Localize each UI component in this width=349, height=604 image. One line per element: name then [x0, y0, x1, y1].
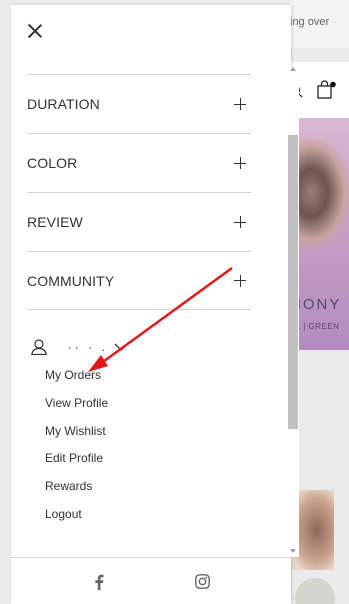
scroll-down-icon[interactable] [290, 549, 296, 553]
plus-icon[interactable] [234, 98, 246, 110]
edit-profile-link[interactable]: Edit Profile [45, 450, 108, 478]
instagram-icon[interactable] [195, 574, 210, 589]
plus-icon[interactable] [234, 157, 246, 169]
menu-item-review[interactable]: REVIEW [27, 192, 251, 251]
scroll-up-icon[interactable] [290, 67, 296, 71]
my-orders-link[interactable]: My Orders [45, 367, 108, 395]
filter-menu: DURATION COLOR REVIEW COMMUNITY [27, 74, 251, 310]
chevron-down-icon[interactable] [114, 342, 128, 352]
plus-icon[interactable] [234, 216, 246, 228]
my-wishlist-link[interactable]: My Wishlist [45, 423, 108, 451]
side-drawer: DURATION COLOR REVIEW COMMUNITY ·· · . M… [11, 5, 299, 604]
announcement-text: ing over [290, 16, 330, 28]
account-links: My Orders View Profile My Wishlist Edit … [45, 367, 108, 534]
menu-item-label: COLOR [27, 155, 78, 171]
plus-icon[interactable] [234, 274, 246, 287]
user-icon [31, 339, 47, 355]
logout-link[interactable]: Logout [45, 506, 108, 534]
menu-item-community[interactable]: COMMUNITY [27, 251, 251, 310]
scroll-thumb[interactable] [288, 135, 298, 429]
menu-item-label: DURATION [27, 96, 100, 112]
close-icon[interactable] [27, 23, 43, 39]
menu-item-duration[interactable]: DURATION [27, 74, 251, 133]
rewards-link[interactable]: Rewards [45, 478, 108, 506]
account-name: ·· · . [57, 340, 108, 354]
account-toggle[interactable]: ·· · . [31, 339, 128, 355]
menu-item-color[interactable]: COLOR [27, 133, 251, 192]
facebook-icon[interactable] [94, 574, 104, 590]
view-profile-link[interactable]: View Profile [45, 395, 108, 423]
drawer-footer [11, 557, 291, 604]
scrollbar[interactable] [287, 67, 299, 557]
cart-icon[interactable] [316, 80, 336, 100]
menu-item-label: COMMUNITY [27, 272, 115, 289]
menu-item-label: REVIEW [27, 214, 83, 230]
product-thumbnail[interactable] [295, 578, 335, 604]
